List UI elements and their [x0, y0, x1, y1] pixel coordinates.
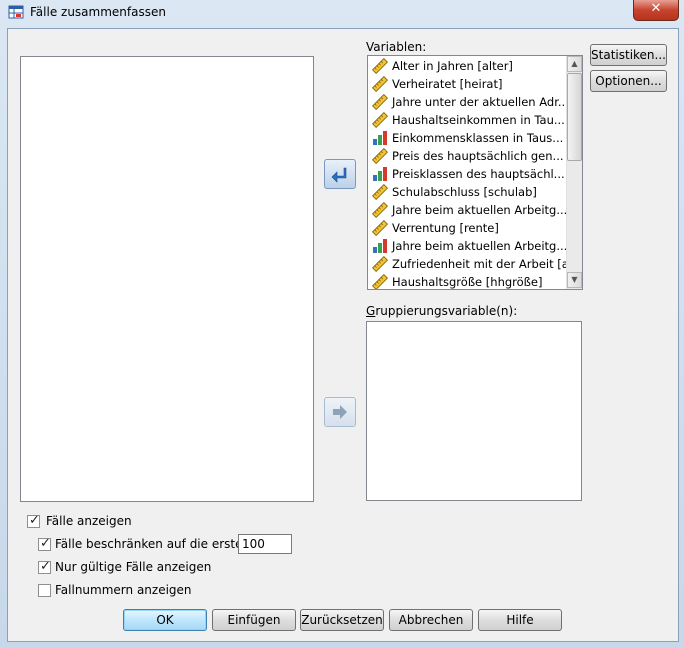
ok-button-label: OK: [156, 613, 174, 627]
source-variable-list[interactable]: [20, 56, 314, 502]
variable-list-item[interactable]: Haushaltsgröße [hhgröße]: [370, 273, 566, 289]
case-numbers-label: Fallnummern anzeigen: [55, 583, 192, 597]
case-numbers-checkbox[interactable]: [38, 584, 51, 597]
options-button-label: Optionen...: [595, 74, 662, 88]
statistics-button[interactable]: Statistiken...: [590, 44, 667, 66]
ruler-icon: [372, 256, 388, 272]
cancel-button[interactable]: Abbrechen: [389, 609, 473, 631]
ruler-icon: [372, 112, 388, 128]
show-cases-label: Fälle anzeigen: [46, 514, 132, 528]
variable-label: Preis des hauptsächlich gen...: [392, 149, 564, 163]
variable-label: Jahre unter der aktuellen Adr...: [392, 95, 566, 109]
grouping-label-rest: ruppierungsvariable(n):: [375, 304, 518, 318]
variables-label: Variablen:: [366, 40, 427, 54]
reset-button-label: Zurücksetzen: [301, 613, 383, 627]
cancel-button-label: Abbrechen: [398, 613, 464, 627]
title-bar: Fälle zusammenfassen ✕: [0, 0, 684, 26]
scroll-up-button[interactable]: ▲: [567, 56, 582, 72]
ruler-icon: [372, 94, 388, 110]
scroll-down-button[interactable]: ▼: [567, 272, 582, 288]
limit-cases-checkbox[interactable]: ✓: [38, 536, 51, 551]
variable-label: Verheiratet [heirat]: [392, 77, 503, 91]
variable-label: Jahre beim aktuellen Arbeitg...: [392, 203, 566, 217]
ruler-icon: [372, 184, 388, 200]
check-mark-icon: ✓: [40, 559, 51, 574]
variable-label: Jahre beim aktuellen Arbeitg...: [392, 239, 566, 253]
check-mark-icon: ✓: [29, 513, 40, 528]
ruler-icon: [372, 58, 388, 74]
paste-button-label: Einfügen: [227, 613, 281, 627]
reset-button[interactable]: Zurücksetzen: [300, 609, 384, 631]
bar-chart-icon: [372, 166, 388, 182]
variable-list-item[interactable]: Einkommensklassen in Taus...: [370, 129, 566, 147]
variable-label: Zufriedenheit mit der Arbeit [a...: [392, 257, 566, 271]
variable-label: Preisklassen des hauptsächl...: [392, 167, 565, 181]
window-title: Fälle zusammenfassen: [30, 5, 166, 19]
variable-label: Einkommensklassen in Taus...: [392, 131, 564, 145]
arrow-left-icon: [331, 167, 347, 183]
variable-list-item[interactable]: Zufriedenheit mit der Arbeit [a...: [370, 255, 566, 273]
bar-chart-icon: [372, 238, 388, 254]
options-button[interactable]: Optionen...: [590, 70, 667, 92]
arrow-right-icon: [333, 405, 347, 419]
variable-list-item[interactable]: Verheiratet [heirat]: [370, 75, 566, 93]
variable-list-item[interactable]: Jahre beim aktuellen Arbeitg...: [370, 237, 566, 255]
close-button[interactable]: ✕: [633, 0, 679, 21]
help-button-label: Hilfe: [506, 613, 534, 627]
limit-cases-input[interactable]: 100: [238, 534, 292, 554]
variable-label: Haushaltseinkommen in Tau...: [392, 113, 565, 127]
bar-chart-icon: [372, 130, 388, 146]
ruler-icon: [372, 220, 388, 236]
paste-button[interactable]: Einfügen: [212, 609, 296, 631]
statistics-button-label: Statistiken...: [591, 48, 666, 62]
variable-label: Verrentung [rente]: [392, 221, 499, 235]
variable-list-item[interactable]: Verrentung [rente]: [370, 219, 566, 237]
ruler-icon: [372, 202, 388, 218]
spss-table-icon: [8, 5, 24, 19]
grouping-label: Gruppierungsvariable(n):: [366, 304, 518, 318]
variables-scrollbar[interactable]: ▲ ▼: [566, 56, 582, 289]
scroll-thumb[interactable]: [567, 73, 582, 161]
variable-list-item[interactable]: Alter in Jahren [alter]: [370, 57, 566, 75]
variable-list-item[interactable]: Jahre beim aktuellen Arbeitg...: [370, 201, 566, 219]
variable-list-item[interactable]: Schulabschluss [schulab]: [370, 183, 566, 201]
ruler-icon: [372, 76, 388, 92]
variable-label: Schulabschluss [schulab]: [392, 185, 537, 199]
limit-cases-label: Fälle beschränken auf die ersten: [55, 537, 251, 551]
ruler-icon: [372, 274, 388, 289]
move-to-grouping-button[interactable]: [324, 397, 356, 427]
variable-list-item[interactable]: Haushaltseinkommen in Tau...: [370, 111, 566, 129]
check-mark-icon: ✓: [40, 536, 51, 551]
valid-only-checkbox[interactable]: ✓: [38, 559, 51, 574]
show-cases-checkbox[interactable]: ✓: [27, 513, 40, 528]
variable-list-item[interactable]: Preis des hauptsächlich gen...: [370, 147, 566, 165]
close-icon: ✕: [650, 1, 662, 16]
dialog-window: Fälle zusammenfassen ✕ Variablen: Hausha…: [0, 0, 684, 648]
dialog-client-area: Variablen: Haushaltsgröße [hhgröße] Zufri…: [7, 28, 679, 642]
valid-only-label: Nur gültige Fälle anzeigen: [55, 560, 212, 574]
grouping-variable-list[interactable]: [366, 321, 582, 501]
move-to-variables-button[interactable]: [324, 159, 356, 189]
variable-list-item[interactable]: Jahre unter der aktuellen Adr...: [370, 93, 566, 111]
ok-button[interactable]: OK: [123, 609, 207, 631]
variable-label: Haushaltsgröße [hhgröße]: [392, 275, 543, 289]
ruler-icon: [372, 148, 388, 164]
variable-label: Alter in Jahren [alter]: [392, 59, 513, 73]
help-button[interactable]: Hilfe: [478, 609, 562, 631]
variables-listbox[interactable]: Haushaltsgröße [hhgröße] Zufriedenheit mi…: [367, 55, 583, 290]
variable-list-item[interactable]: Preisklassen des hauptsächl...: [370, 165, 566, 183]
